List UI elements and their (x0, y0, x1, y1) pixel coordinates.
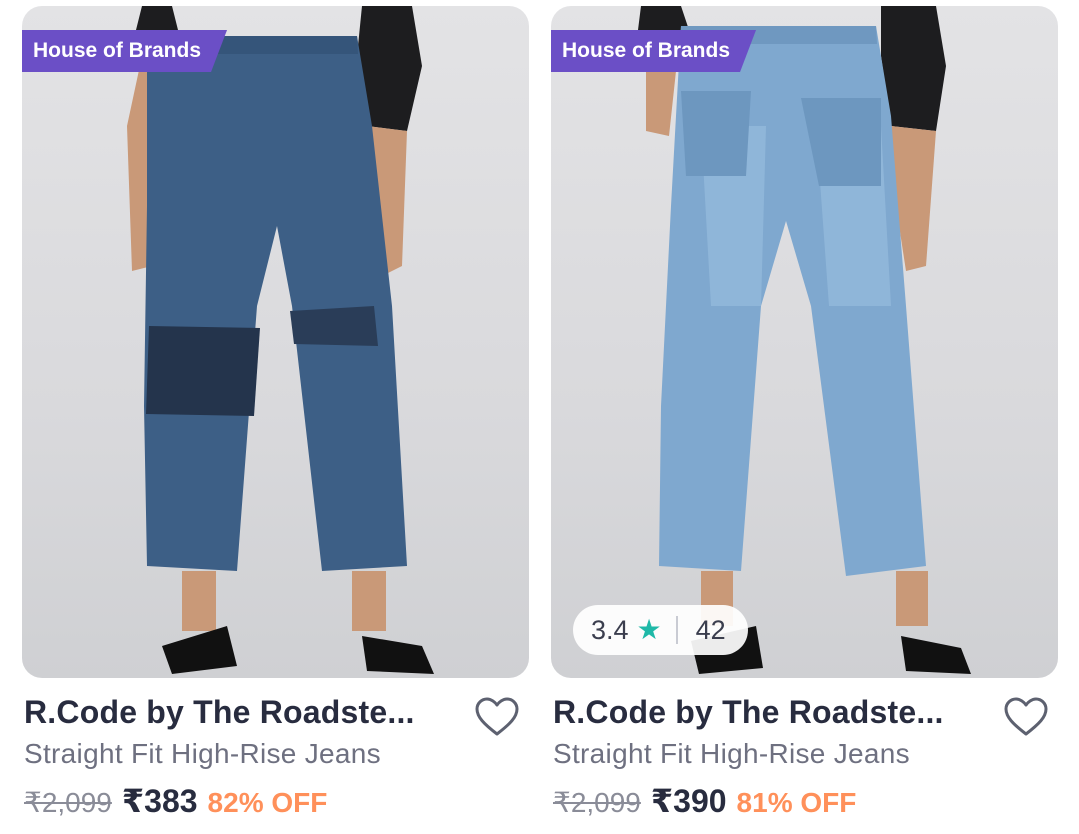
rating-badge[interactable]: 3.4 ★ 42 (573, 605, 748, 655)
rating-value: 3.4 (591, 614, 629, 645)
brand-tag: House of Brands (22, 30, 227, 72)
heart-outline-icon[interactable] (474, 696, 520, 738)
discount-label: 82% OFF (207, 787, 328, 818)
star-icon: ★ (636, 614, 662, 645)
brand-tag: House of Brands (551, 30, 756, 72)
rating-divider (675, 616, 678, 644)
price-row: ₹2,099 ₹383 82% OFF (24, 782, 327, 820)
price-row: ₹2,099 ₹390 81% OFF (553, 782, 856, 820)
rating-count: 42 (695, 614, 726, 645)
product-subtitle: Straight Fit High-Rise Jeans (24, 738, 381, 769)
selling-price: ₹383 (121, 783, 198, 819)
product-photo (636, 6, 971, 674)
product-card[interactable]: House of Brands 3.4 ★ 42 R.Code by The R… (551, 6, 1058, 834)
product-image[interactable]: House of Brands 3.4 ★ 42 (551, 6, 1058, 678)
product-subtitle: Straight Fit High-Rise Jeans (553, 738, 910, 769)
product-photo (127, 6, 434, 674)
product-image[interactable]: House of Brands (22, 6, 529, 678)
mrp-price: ₹2,099 (24, 787, 112, 818)
product-title[interactable]: R.Code by The Roadste... (553, 694, 993, 731)
heart-outline-icon[interactable] (1003, 696, 1049, 738)
selling-price: ₹390 (650, 783, 727, 819)
product-title[interactable]: R.Code by The Roadste... (24, 694, 464, 731)
discount-label: 81% OFF (736, 787, 857, 818)
mrp-price: ₹2,099 (553, 787, 641, 818)
product-card[interactable]: House of Brands R.Code by The Roadste...… (22, 6, 529, 834)
